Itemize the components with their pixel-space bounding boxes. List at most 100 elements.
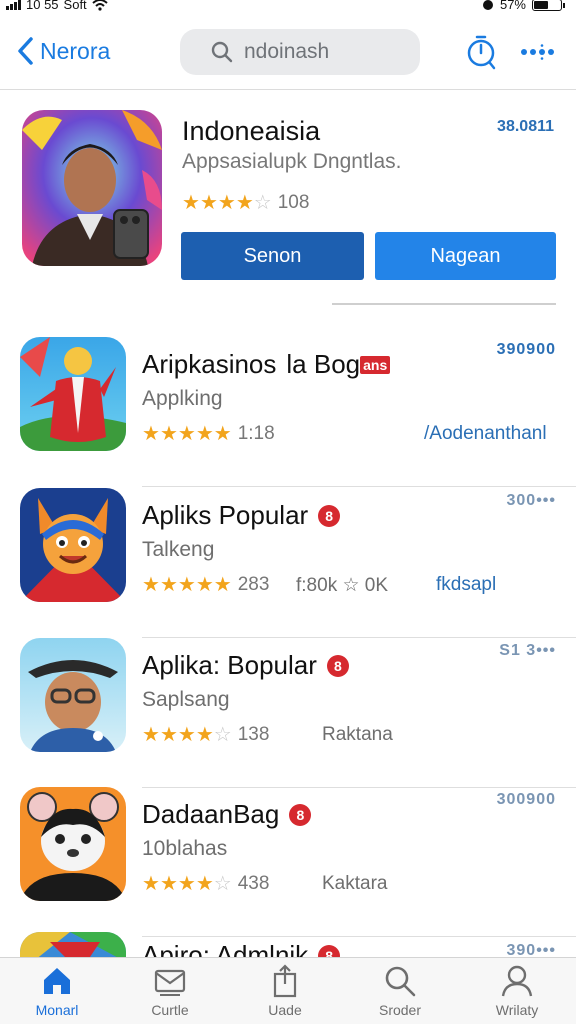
app-badge: 8 (318, 504, 341, 527)
app-rating: ★ ★ ★ ★ ☆ 138 (142, 724, 269, 746)
tab-label: Sroder (378, 1002, 422, 1018)
person-icon (501, 965, 533, 997)
app-rating: ★ ★ ★ ★ ★ 283 (142, 574, 269, 596)
app-downloads: f:80k ☆ 0K (296, 575, 389, 596)
app-badge: 8 (289, 803, 312, 826)
developer-link[interactable]: fkdsapl (436, 574, 496, 596)
app-title: Apliks Popular (142, 500, 309, 530)
star-icon: ★ (177, 574, 196, 596)
app-price: 300900 (496, 791, 556, 808)
tab-search[interactable]: Sroder (345, 964, 455, 1018)
tab-home[interactable]: Monarl (2, 964, 112, 1018)
signal-icon (6, 0, 21, 10)
status-bar: 10 55 Soft 57% (0, 0, 576, 14)
app-category: Kaktara (322, 873, 388, 894)
app-subtitle: Applking (142, 387, 223, 410)
star-icon: ★ (235, 192, 254, 214)
star-icon: ★ (182, 192, 200, 214)
more-icon[interactable] (520, 44, 556, 60)
featured-rating: ★ ★ ★ ★ ☆ 108 (182, 192, 309, 214)
app-icon[interactable] (20, 337, 126, 451)
developer-link[interactable]: /Aodenanthanl (424, 423, 547, 445)
star-icon: ★ (142, 873, 160, 895)
star-rating: ★ ★ ★ ★ ★ (142, 424, 232, 444)
list-item[interactable]: Apliks Popular 8 Talkeng 300••• ★ ★ ★ ★ ★ 28… (0, 488, 576, 638)
alarm-icon (482, 0, 493, 10)
timer-icon[interactable] (466, 34, 496, 70)
star-icon: ★ (213, 574, 232, 596)
app-title: Aripkasinos (142, 349, 277, 379)
search-bar[interactable] (180, 29, 420, 75)
star-icon: ★ (213, 423, 232, 445)
tab-bar: Monarl Curtle Uade Sroder Wrilaty (0, 957, 576, 1024)
tab-share[interactable]: Uade (230, 964, 340, 1018)
search-input[interactable] (244, 40, 394, 64)
app-category: Raktana (322, 724, 393, 745)
featured-price: 38.0811 (497, 118, 554, 135)
app-title: DadaanBag (142, 799, 280, 829)
status-time: 10 55 (26, 0, 59, 12)
app-title-row: DadaanBag 8 (142, 799, 312, 830)
star-rating: ★ ★ ★ ★ ☆ (142, 874, 232, 894)
list-item[interactable]: Apiro: Admlnik 8 390••• (0, 930, 576, 960)
star-icon: ★ (195, 574, 214, 596)
star-icon: ★ (195, 873, 214, 895)
rating-count: 108 (277, 192, 310, 213)
tab-label: Monarl (35, 1002, 79, 1018)
list-item[interactable]: DadaanBag 8 10blahas 300900 ★ ★ ★ ★ ☆ 438 Ka… (0, 787, 576, 937)
star-icon: ★ (159, 423, 178, 445)
back-button[interactable]: Nerora (16, 36, 110, 66)
star-icon: ★ (217, 192, 236, 214)
app-rating: ★ ★ ★ ★ ☆ 438 (142, 873, 269, 895)
app-icon-featured[interactable] (22, 110, 162, 266)
wifi-icon (92, 0, 108, 11)
search-icon (211, 41, 233, 63)
app-rating: ★ ★ ★ ★ ★ 1:18 (142, 423, 275, 445)
status-right: 57% (482, 0, 565, 12)
star-icon: ★ (195, 423, 214, 445)
list-item[interactable]: Aplika: Bopular 8 Saplsang S1 3••• ★ ★ ★ ★ ☆… (0, 638, 576, 788)
app-price: 300••• (506, 492, 556, 509)
list-item[interactable]: Aripkasinos la Bog ans Applking 390900 ★… (0, 337, 576, 487)
star-icon: ☆ (253, 192, 272, 214)
star-rating: ★ ★ ★ ★ ★ (142, 575, 232, 595)
star-icon: ☆ (213, 724, 232, 746)
tab-mail[interactable]: Curtle (115, 964, 225, 1018)
tab-label: Wrilaty (495, 1002, 539, 1018)
star-icon: ★ (142, 574, 160, 596)
featured-subtitle: Appsasialupk Dngntlas. (182, 150, 402, 173)
back-label: Nerora (40, 37, 111, 64)
status-carrier: Soft (63, 0, 87, 12)
rating-count: 438 (237, 873, 270, 894)
status-left: 10 55 Soft (6, 0, 108, 12)
star-rating: ★ ★ ★ ★ ☆ (182, 193, 272, 213)
app-title-suffix: la Bog (286, 349, 361, 379)
rating-count: 283 (237, 574, 270, 595)
app-badge: 8 (326, 654, 349, 677)
app-icon[interactable] (20, 638, 126, 752)
star-icon: ★ (159, 873, 178, 895)
star-icon: ★ (159, 574, 178, 596)
tab-profile[interactable]: Wrilaty (462, 964, 572, 1018)
app-subtitle: 10blahas (142, 837, 228, 860)
star-icon: ★ (142, 423, 160, 445)
featured-divider (332, 303, 556, 305)
app-title-row: Aplika: Bopular 8 (142, 650, 349, 681)
search-icon (385, 966, 416, 997)
featured-primary-button[interactable]: Senon (181, 232, 364, 280)
chevron-left-icon (18, 37, 33, 65)
featured-title: Indoneaisia (182, 116, 321, 146)
app-icon[interactable] (20, 787, 126, 901)
featured-app[interactable]: Indoneaisia Appsasialupk Dngntlas. 38.08… (0, 108, 576, 308)
app-icon[interactable] (20, 488, 126, 602)
mail-icon (154, 969, 186, 996)
featured-secondary-button[interactable]: Nagean (375, 232, 556, 280)
app-title-row: Apliks Popular 8 (142, 500, 341, 531)
battery-icon (532, 0, 565, 11)
app-subtitle: Talkeng (142, 538, 215, 561)
star-icon: ★ (195, 724, 214, 746)
app-price: S1 3••• (499, 642, 556, 659)
app-icon[interactable] (20, 932, 126, 960)
row-divider (142, 486, 576, 487)
battery-percent: 57% (499, 0, 526, 12)
